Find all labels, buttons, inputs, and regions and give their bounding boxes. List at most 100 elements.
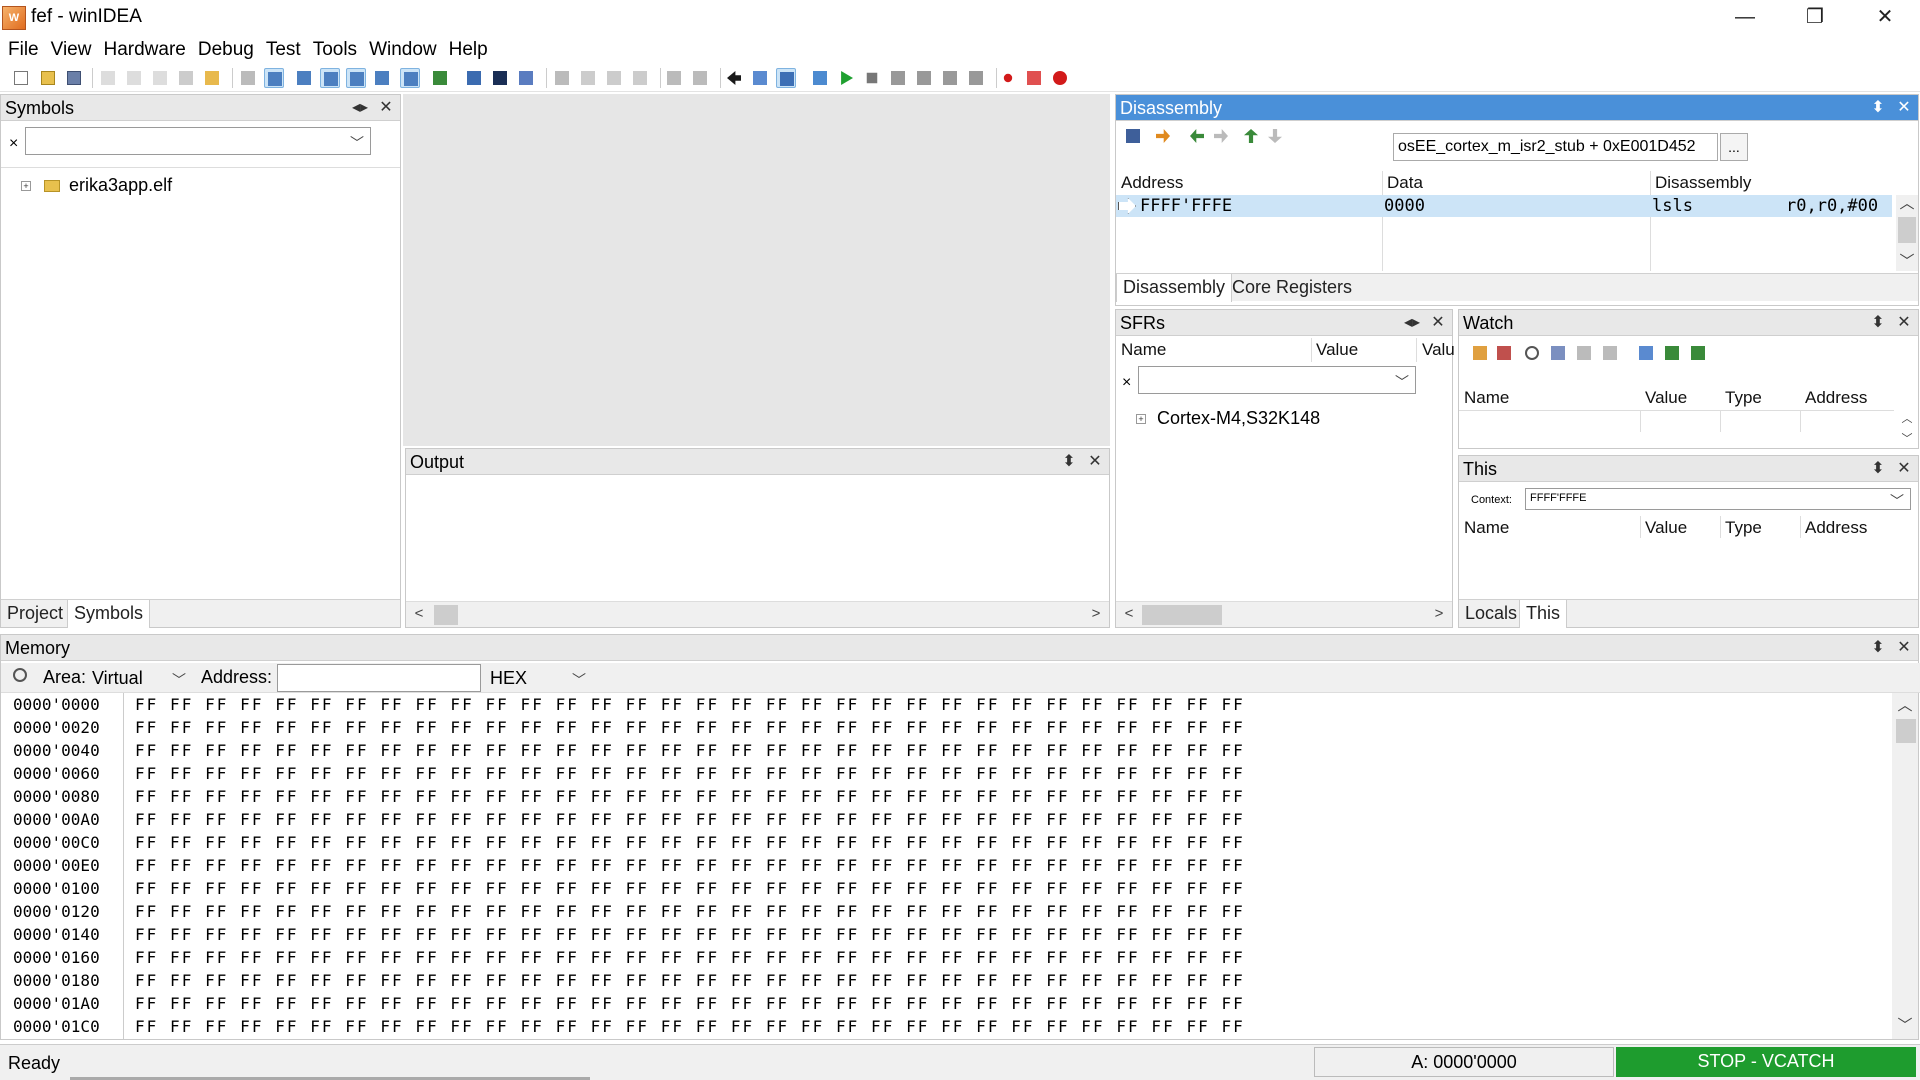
scroll-thumb[interactable] [1896, 719, 1916, 743]
collapse-icon[interactable] [1577, 346, 1591, 360]
expand-all-icon[interactable] [1603, 346, 1617, 360]
scroll-down-icon[interactable]: ﹀ [1898, 253, 1916, 271]
breakpoints-list-icon[interactable] [1024, 68, 1044, 88]
col-value[interactable]: Value [1645, 516, 1687, 540]
col-type[interactable]: Type [1725, 386, 1762, 410]
filter-clear-icon[interactable]: × [9, 135, 18, 153]
detach-icon[interactable] [690, 68, 710, 88]
memory-bytes[interactable]: FF FF FF FF FF FF FF FF FF FF FF FF FF F… [135, 785, 1875, 808]
menu-debug[interactable]: Debug [192, 36, 260, 64]
copy-icon[interactable] [124, 68, 144, 88]
pin-icon[interactable]: ◂▸ [350, 95, 370, 121]
format-combo[interactable]: HEX ﹀ [485, 664, 593, 692]
scroll-left-icon[interactable]: < [410, 605, 428, 623]
location-field[interactable]: osEE_cortex_m_isr2_stub + 0xE001D452 [1393, 133, 1718, 161]
import-icon[interactable] [1691, 346, 1705, 360]
scroll-up-icon[interactable]: ︿ [1898, 410, 1916, 428]
hex-icon[interactable] [1551, 346, 1565, 360]
close-icon[interactable]: ✕ [1085, 449, 1105, 475]
back-icon[interactable] [1190, 129, 1204, 143]
program-icon[interactable] [630, 68, 650, 88]
breakpoint-icon[interactable] [998, 68, 1018, 88]
close-button[interactable]: ✕ [1850, 0, 1920, 36]
tab-core-registers[interactable]: Core Registers [1226, 274, 1358, 302]
scroll-right-icon[interactable]: > [1087, 605, 1105, 623]
col-value[interactable]: Value [1645, 386, 1687, 410]
sfrs-filter-combo[interactable]: ﹀ [1138, 366, 1416, 394]
address-field[interactable] [277, 664, 481, 692]
open-folder-icon[interactable] [38, 68, 58, 88]
run-icon[interactable] [836, 68, 856, 88]
vertical-scrollbar[interactable]: ︿ ﹀ [1892, 693, 1918, 1039]
replace-icon[interactable] [202, 68, 222, 88]
col-data[interactable]: Data [1387, 171, 1423, 195]
menu-window[interactable]: Window [363, 36, 443, 64]
tab-project[interactable]: Project [1, 600, 69, 628]
symbols-filter-combo[interactable]: ﹀ [25, 127, 371, 155]
refresh-icon[interactable] [1525, 346, 1539, 360]
memory-bytes[interactable]: FF FF FF FF FF FF FF FF FF FF FF FF FF F… [135, 808, 1875, 831]
scroll-thumb[interactable] [1898, 217, 1916, 243]
scroll-thumb[interactable] [434, 605, 458, 625]
close-icon[interactable]: ✕ [1428, 310, 1448, 336]
find-icon[interactable] [176, 68, 196, 88]
close-icon[interactable]: ✕ [1894, 310, 1914, 336]
chevron-down-icon[interactable]: ﹀ [572, 670, 586, 690]
chevron-down-icon[interactable]: ﹀ [1890, 491, 1904, 511]
pin-icon[interactable]: ⬍ [1059, 449, 1079, 475]
refresh-icon[interactable] [13, 668, 27, 682]
pin-icon[interactable]: ⬍ [1868, 456, 1888, 482]
tab-symbols[interactable]: Symbols [67, 600, 151, 628]
tab-this[interactable]: This [1519, 600, 1568, 628]
reset-icon[interactable] [810, 68, 830, 88]
step-back-icon[interactable] [940, 68, 960, 88]
memory-bytes[interactable]: FF FF FF FF FF FF FF FF FF FF FF FF FF F… [135, 1015, 1875, 1038]
erase-icon[interactable] [604, 68, 624, 88]
close-icon[interactable]: ✕ [1894, 95, 1914, 121]
save-icon[interactable] [1126, 129, 1140, 143]
menu-hardware[interactable]: Hardware [97, 36, 191, 64]
options-icon[interactable] [1639, 346, 1653, 360]
run-to-cursor-icon[interactable] [724, 68, 744, 88]
col-address[interactable]: Address [1121, 171, 1183, 195]
vertical-scrollbar[interactable]: ︿ ﹀ [1896, 195, 1918, 271]
view-symbols-icon[interactable] [264, 68, 284, 88]
view-trace-icon[interactable] [516, 68, 536, 88]
step-over-icon[interactable] [776, 68, 796, 88]
cut-icon[interactable] [98, 68, 118, 88]
tab-disassembly[interactable]: Disassembly [1116, 274, 1233, 302]
scroll-up-icon[interactable]: ︿ [1896, 697, 1914, 715]
view-disasm-icon[interactable] [294, 68, 314, 88]
col-value-2[interactable]: Valu [1422, 338, 1455, 362]
scroll-left-icon[interactable]: < [1120, 605, 1138, 623]
up-arrow-icon[interactable] [1244, 129, 1258, 143]
scroll-down-icon[interactable]: ﹀ [1898, 430, 1916, 448]
memory-bytes[interactable]: FF FF FF FF FF FF FF FF FF FF FF FF FF F… [135, 946, 1875, 969]
col-address[interactable]: Address [1805, 386, 1867, 410]
col-type[interactable]: Type [1725, 516, 1762, 540]
remove-watch-icon[interactable] [1497, 346, 1511, 360]
down-arrow-icon[interactable] [1268, 129, 1282, 143]
scroll-down-icon[interactable]: ﹀ [1896, 1017, 1914, 1035]
step-instruction-icon[interactable] [888, 68, 908, 88]
view-terminal-icon[interactable] [464, 68, 484, 88]
close-icon[interactable]: ✕ [1894, 635, 1914, 661]
view-registers-icon[interactable] [372, 68, 392, 88]
expand-icon[interactable]: + [1136, 414, 1146, 425]
memory-bytes[interactable]: FF FF FF FF FF FF FF FF FF FF FF FF FF F… [135, 969, 1875, 992]
pin-icon[interactable]: ◂▸ [1402, 310, 1422, 336]
col-disassembly[interactable]: Disassembly [1655, 171, 1751, 195]
maximize-button[interactable]: ❐ [1780, 0, 1850, 36]
menu-view[interactable]: View [45, 36, 98, 64]
memory-bytes[interactable]: FF FF FF FF FF FF FF FF FF FF FF FF FF F… [135, 831, 1875, 854]
view-memory-icon[interactable] [320, 68, 340, 88]
memory-bytes[interactable]: FF FF FF FF FF FF FF FF FF FF FF FF FF F… [135, 900, 1875, 923]
browse-icon[interactable] [238, 68, 258, 88]
col-name[interactable]: Name [1464, 516, 1509, 540]
pin-icon[interactable]: ⬍ [1868, 635, 1888, 661]
memory-bytes[interactable]: FF FF FF FF FF FF FF FF FF FF FF FF FF F… [135, 877, 1875, 900]
goto-icon[interactable] [1156, 129, 1170, 143]
tree-item[interactable]: + Cortex-M4,S32K148 [1136, 406, 1320, 430]
save-icon[interactable] [64, 68, 84, 88]
disasm-row[interactable]: FFFF'FFFE 0000 lsls r0,r0,#00 [1116, 195, 1892, 217]
